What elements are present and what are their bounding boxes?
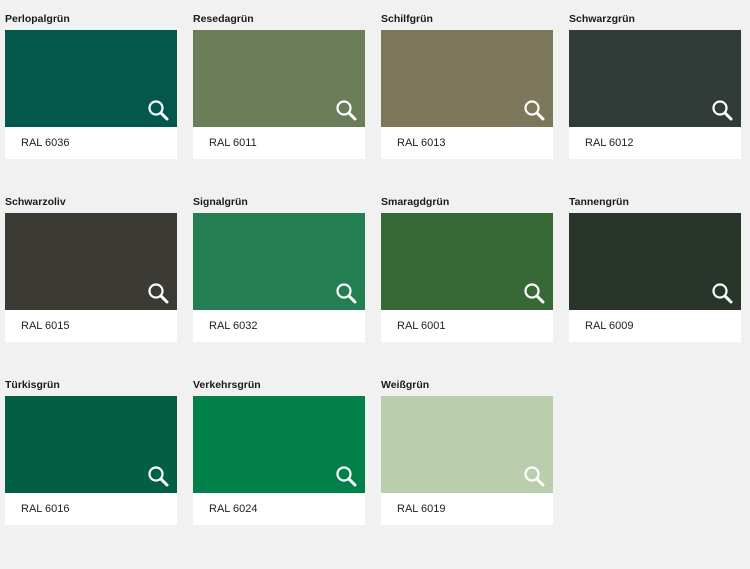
color-name: Schwarzgrün [569, 13, 635, 25]
color-card-3[interactable]: Schilfgrün RAL 6013 [381, 12, 553, 159]
ral-code: RAL 6001 [381, 310, 553, 342]
color-name: Perlopalgrün [5, 13, 70, 25]
color-card-10[interactable]: Verkehrsgrün RAL 6024 [193, 378, 365, 525]
magnifier-icon[interactable] [147, 99, 169, 121]
ral-code: RAL 6012 [569, 127, 741, 159]
ral-code: RAL 6013 [381, 127, 553, 159]
color-card-11[interactable]: Weißgrün RAL 6019 [381, 378, 553, 525]
magnifier-icon[interactable] [523, 99, 545, 121]
color-name: Schwarzoliv [5, 196, 66, 208]
color-card-8[interactable]: Tannengrün RAL 6009 [569, 195, 741, 342]
color-card-4[interactable]: Schwarzgrün RAL 6012 [569, 12, 741, 159]
magnifier-icon[interactable] [147, 282, 169, 304]
ral-code: RAL 6032 [193, 310, 365, 342]
color-swatch[interactable] [193, 30, 365, 127]
color-swatch[interactable] [193, 396, 365, 493]
color-swatch[interactable] [5, 213, 177, 310]
ral-code: RAL 6015 [5, 310, 177, 342]
color-swatch[interactable] [5, 30, 177, 127]
magnifier-icon[interactable] [711, 99, 733, 121]
ral-code: RAL 6009 [569, 310, 741, 342]
color-card-6[interactable]: Signalgrün RAL 6032 [193, 195, 365, 342]
magnifier-icon[interactable] [147, 465, 169, 487]
color-card-1[interactable]: Perlopalgrün RAL 6036 [5, 12, 177, 159]
color-swatch[interactable] [381, 30, 553, 127]
magnifier-icon[interactable] [335, 99, 357, 121]
color-card-7[interactable]: Smaragdgrün RAL 6001 [381, 195, 553, 342]
color-swatch[interactable] [193, 213, 365, 310]
color-swatch[interactable] [569, 30, 741, 127]
ral-code: RAL 6011 [193, 127, 365, 159]
magnifier-icon[interactable] [523, 465, 545, 487]
ral-code: RAL 6019 [381, 493, 553, 525]
color-name: Signalgrün [193, 196, 248, 208]
color-card-9[interactable]: Türkisgrün RAL 6016 [5, 378, 177, 525]
color-name: Schilfgrün [381, 13, 433, 25]
magnifier-icon[interactable] [335, 282, 357, 304]
color-name: Tannengrün [569, 196, 629, 208]
color-swatch[interactable] [381, 396, 553, 493]
ral-code: RAL 6036 [5, 127, 177, 159]
color-name: Türkisgrün [5, 379, 60, 391]
color-swatch[interactable] [381, 213, 553, 310]
color-card-5[interactable]: Schwarzoliv RAL 6015 [5, 195, 177, 342]
color-swatch[interactable] [5, 396, 177, 493]
magnifier-icon[interactable] [711, 282, 733, 304]
ral-code: RAL 6024 [193, 493, 365, 525]
color-card-2[interactable]: Resedagrün RAL 6011 [193, 12, 365, 159]
color-swatch-grid: Perlopalgrün RAL 6036 Resedagrün RAL 601… [5, 12, 745, 525]
color-name: Verkehrsgrün [193, 379, 261, 391]
ral-code: RAL 6016 [5, 493, 177, 525]
magnifier-icon[interactable] [335, 465, 357, 487]
color-swatch[interactable] [569, 213, 741, 310]
magnifier-icon[interactable] [523, 282, 545, 304]
color-name: Weißgrün [381, 379, 430, 391]
color-name: Smaragdgrün [381, 196, 450, 208]
color-name: Resedagrün [193, 13, 254, 25]
